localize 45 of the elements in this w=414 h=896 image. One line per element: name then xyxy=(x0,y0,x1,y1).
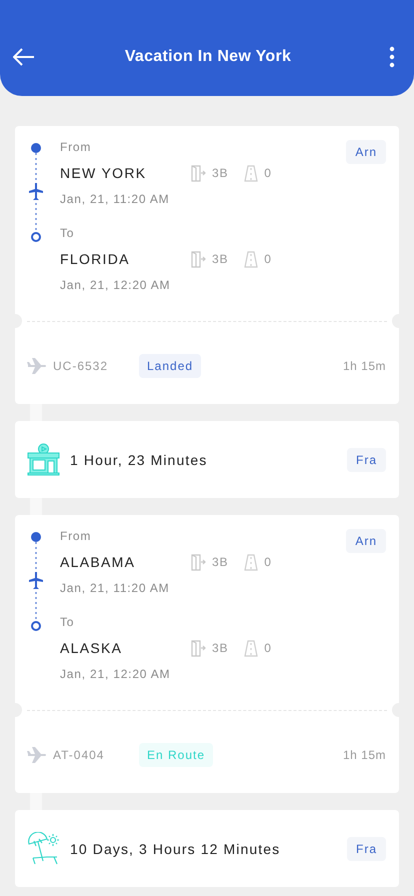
runway-number: 0 xyxy=(264,641,272,655)
stop-time: Jan, 21, 12:20 AM xyxy=(60,667,172,681)
shop-icon xyxy=(27,443,60,476)
flight-status: Landed xyxy=(139,354,202,378)
beach-chair-icon xyxy=(27,832,60,865)
plane-icon xyxy=(27,746,47,764)
stop-label: To xyxy=(60,226,76,240)
gate-icon xyxy=(191,250,206,268)
runway-icon xyxy=(244,164,258,182)
gate-icon xyxy=(191,164,206,182)
stop-label: From xyxy=(60,529,92,543)
runway-icon xyxy=(244,554,258,570)
flight-status: En Route xyxy=(139,743,214,767)
stop-time: Jan, 21, 12:20 AM xyxy=(60,278,172,292)
flight-number: AT-0404 xyxy=(53,748,106,762)
airport-code: Arn xyxy=(346,140,386,164)
gate-number: 3B xyxy=(212,252,228,266)
city-name: FLORIDA xyxy=(60,251,131,267)
runway-icon xyxy=(244,640,258,656)
gate-number: 3B xyxy=(212,166,228,180)
plane-icon xyxy=(27,357,47,375)
gate-number: 3B xyxy=(212,555,228,569)
runway-number: 0 xyxy=(264,252,272,266)
runway-number: 0 xyxy=(264,555,272,569)
stop-time: Jan, 21, 11:20 AM xyxy=(60,581,170,595)
gate-number: 3B xyxy=(212,641,228,655)
flight-duration: 1h 15m xyxy=(342,359,386,373)
airport-code: Arn xyxy=(346,529,386,553)
city-name: ALABAMA xyxy=(60,554,136,570)
duration-text: 10 Days, 3 Hours 12 Minutes xyxy=(70,840,282,856)
flight-duration: 1h 15m xyxy=(342,748,386,762)
airport-code: Fra xyxy=(347,448,386,472)
city-name: NEW YORK xyxy=(60,165,148,181)
flight-number: UC-6532 xyxy=(53,359,110,373)
runway-icon xyxy=(244,250,258,268)
gate-icon xyxy=(191,640,206,656)
airport-code: Fra xyxy=(347,836,386,860)
stop-label: From xyxy=(60,140,92,154)
duration-text: 1 Hour, 23 Minutes xyxy=(70,452,208,468)
stop-label: To xyxy=(60,615,76,629)
stop-time: Jan, 21, 11:20 AM xyxy=(60,192,170,206)
runway-number: 0 xyxy=(264,166,272,180)
page-title: Vacation In New York xyxy=(124,48,292,66)
gate-icon xyxy=(191,554,206,570)
city-name: ALASKA xyxy=(60,640,124,656)
